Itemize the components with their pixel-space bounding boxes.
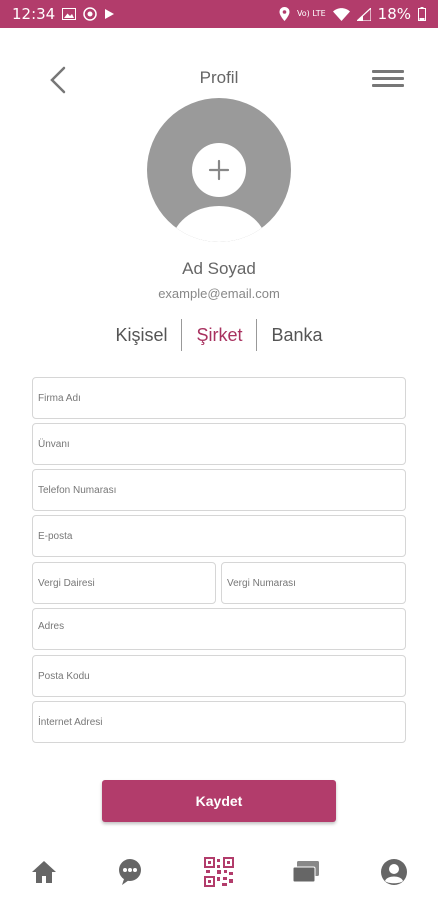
status-bar-left: 12:34: [12, 5, 115, 23]
phone-field[interactable]: Telefon Numarası: [32, 469, 406, 511]
website-field[interactable]: İnternet Adresi: [32, 701, 406, 743]
company-name-field[interactable]: Firma Adı: [32, 377, 406, 419]
tab-bank[interactable]: Banka: [257, 325, 336, 346]
status-bar: 12:34 Vo) LTE 18%: [0, 0, 438, 28]
whatsapp-icon: [83, 7, 97, 21]
wifi-icon: [332, 7, 350, 21]
user-email: example@email.com: [158, 286, 280, 301]
profile-tabs: Kişisel Şirket Banka: [96, 318, 342, 352]
tab-company[interactable]: Şirket: [182, 325, 256, 346]
title-field[interactable]: Ünvanı: [32, 423, 406, 465]
tab-personal[interactable]: Kişisel: [101, 325, 181, 346]
tax-office-field[interactable]: Vergi Dairesi: [32, 562, 216, 604]
signal-icon: [356, 7, 371, 21]
chat-icon[interactable]: [115, 857, 145, 887]
bottom-nav: [0, 845, 438, 900]
battery-percentage: 18%: [377, 5, 411, 23]
tax-number-field[interactable]: Vergi Numarası: [221, 562, 406, 604]
hamburger-menu-icon[interactable]: [372, 70, 404, 92]
profile-icon[interactable]: [379, 857, 409, 887]
volte-icon: Vo) LTE: [296, 9, 326, 18]
postal-code-field[interactable]: Posta Kodu: [32, 655, 406, 697]
battery-icon: [418, 7, 426, 21]
save-button[interactable]: Kaydet: [102, 780, 336, 822]
play-icon: [104, 8, 115, 20]
home-icon[interactable]: [29, 857, 59, 887]
app-header: Profil: [0, 56, 438, 104]
add-photo-icon[interactable]: [192, 143, 246, 197]
avatar[interactable]: [147, 98, 291, 242]
email-field[interactable]: E-posta: [32, 515, 406, 557]
image-icon: [62, 8, 77, 20]
qr-code-icon[interactable]: [204, 857, 234, 887]
cards-icon[interactable]: [291, 857, 321, 887]
location-icon: [279, 7, 290, 21]
status-time: 12:34: [12, 5, 56, 23]
address-field[interactable]: Adres: [32, 608, 406, 650]
user-name: Ad Soyad: [182, 259, 256, 278]
status-bar-right: Vo) LTE 18%: [279, 5, 426, 23]
